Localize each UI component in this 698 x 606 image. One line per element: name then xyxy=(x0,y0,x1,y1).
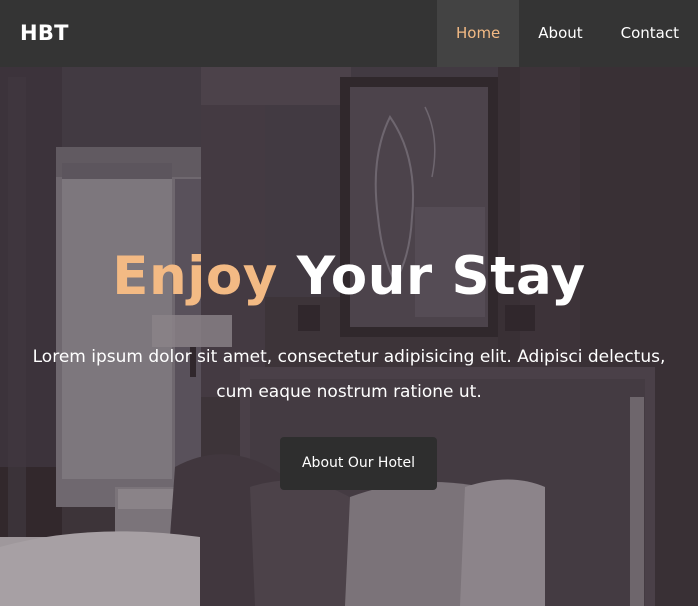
nav-links: Home About Contact xyxy=(436,0,698,67)
hero-title-accent: Enjoy xyxy=(112,246,278,307)
navbar: HBT Home About Contact xyxy=(0,0,698,67)
hero-content: Enjoy Your Stay Lorem ipsum dolor sit am… xyxy=(0,67,698,606)
brand-logo[interactable]: HBT xyxy=(20,0,69,67)
page: HBT Home About Contact Enjoy Your Stay L… xyxy=(0,0,698,606)
hero-title: Enjoy Your Stay xyxy=(0,245,698,309)
hero-section: Enjoy Your Stay Lorem ipsum dolor sit am… xyxy=(0,67,698,606)
nav-link-about[interactable]: About xyxy=(519,0,601,67)
nav-link-contact[interactable]: Contact xyxy=(602,0,698,67)
nav-link-home[interactable]: Home xyxy=(436,0,520,67)
hero-description: Lorem ipsum dolor sit amet, consectetur … xyxy=(32,347,666,402)
hero-title-rest: Your Stay xyxy=(277,246,586,307)
about-hotel-button[interactable]: About Our Hotel xyxy=(280,437,437,490)
